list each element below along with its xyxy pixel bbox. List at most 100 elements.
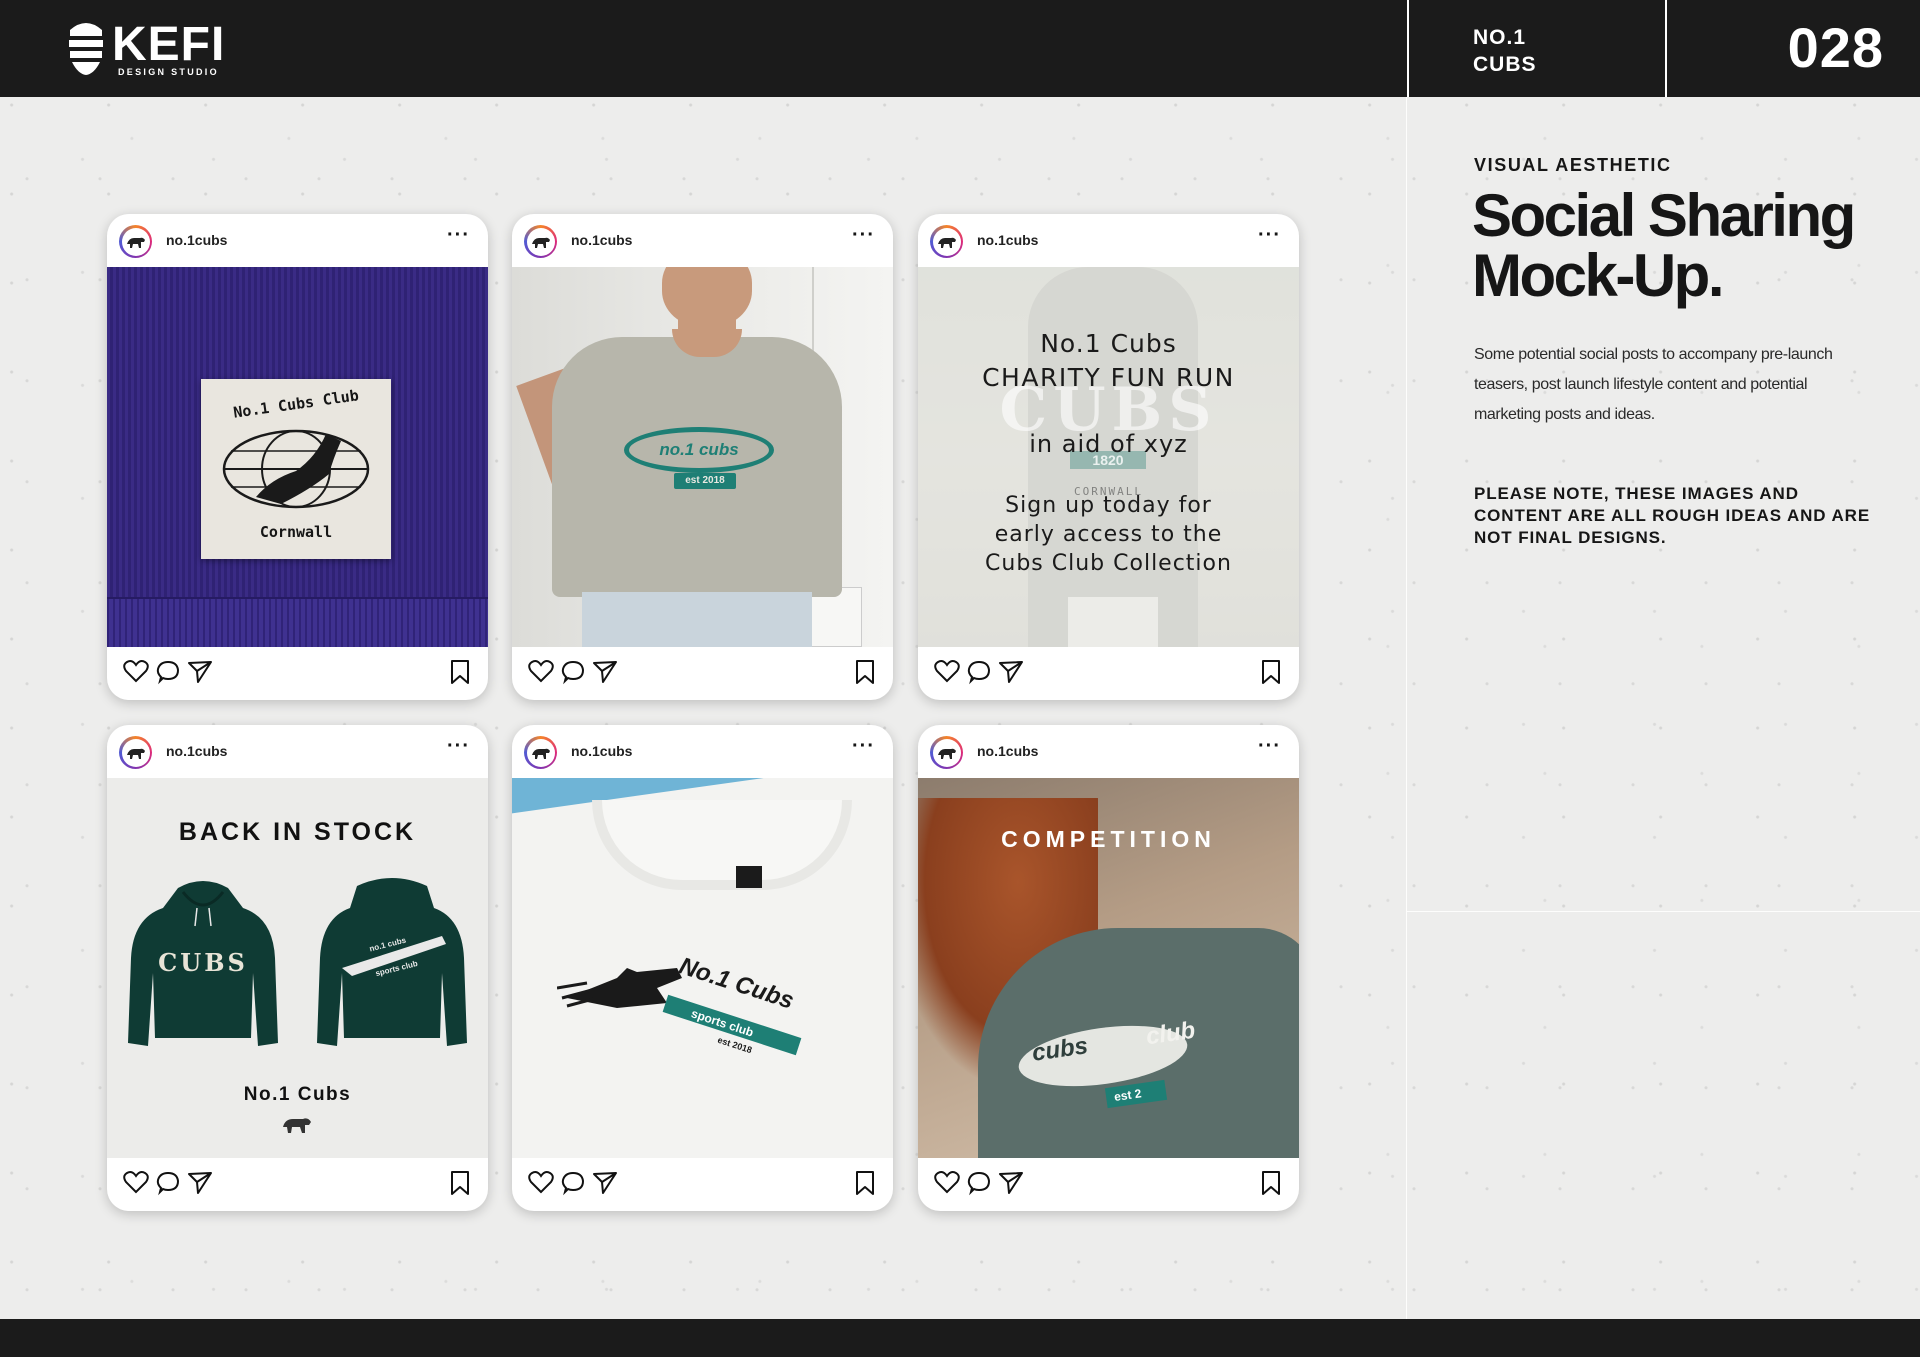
bear-icon <box>937 237 956 248</box>
heart-icon[interactable] <box>123 659 149 683</box>
avatar[interactable] <box>930 736 963 769</box>
post-actions <box>512 647 893 700</box>
avatar[interactable] <box>119 736 152 769</box>
heart-icon[interactable] <box>528 659 554 683</box>
more-icon[interactable]: ··· <box>447 735 470 758</box>
post-actions <box>918 647 1299 700</box>
social-post-2[interactable]: no.1cubs ··· no.1 cubs est 2018 <box>512 214 893 700</box>
heart-icon[interactable] <box>123 1170 149 1194</box>
avatar[interactable] <box>930 225 963 258</box>
comment-icon[interactable] <box>560 1170 586 1196</box>
bookmark-icon[interactable] <box>449 1170 471 1196</box>
social-post-6[interactable]: no.1cubs ··· cubs club est 2 COMPETITION <box>918 725 1299 1211</box>
post-header: no.1cubs ··· <box>512 214 893 267</box>
hoodie-front-print: CUBS <box>158 948 248 977</box>
section-eyebrow: VISUAL AESTHETIC <box>1474 155 1672 175</box>
social-post-3[interactable]: no.1cubs ··· CUBS 1820 CORNWALL No.1 Cub… <box>918 214 1299 700</box>
post-actions <box>918 1158 1299 1211</box>
bear-icon <box>126 237 145 248</box>
more-icon[interactable]: ··· <box>852 735 875 758</box>
bear-icon <box>126 748 145 759</box>
brand-subtitle: DESIGN STUDIO <box>118 67 219 77</box>
fun-run-line-5: early access to the <box>994 522 1223 547</box>
label-bottom-text: Cornwall <box>259 523 333 541</box>
social-post-5[interactable]: no.1cubs ··· No.1 Cubs sports club est 2… <box>512 725 893 1211</box>
page-number: 028 <box>1787 16 1884 79</box>
share-icon[interactable] <box>187 659 213 685</box>
post-image: No.1 Cubs Club Cornwall <box>107 267 488 647</box>
footer-bar <box>0 1319 1920 1357</box>
bookmark-icon[interactable] <box>854 659 876 685</box>
tee-logo-text: no.1 cubs <box>659 440 739 459</box>
username[interactable]: no.1cubs <box>977 743 1038 759</box>
comment-icon[interactable] <box>155 1170 181 1196</box>
header-bar: KEFI DESIGN STUDIO NO.1 CUBS 028 <box>0 0 1920 97</box>
username[interactable]: no.1cubs <box>571 743 632 759</box>
post-image: cubs club est 2 COMPETITION <box>918 778 1299 1158</box>
bear-icon <box>531 748 550 759</box>
social-post-1[interactable]: no.1cubs ··· No.1 Cubs Club Cornwall <box>107 214 488 700</box>
username[interactable]: no.1cubs <box>571 232 632 248</box>
share-icon[interactable] <box>998 1170 1024 1196</box>
bookmark-icon[interactable] <box>854 1170 876 1196</box>
brand-name: KEFI <box>112 18 226 71</box>
avatar[interactable] <box>119 225 152 258</box>
project-name: NO.1 CUBS <box>1407 0 1665 97</box>
post-image: no.1 cubs est 2018 <box>512 267 893 647</box>
more-icon[interactable]: ··· <box>447 224 470 247</box>
title-line-1: Social Sharing <box>1472 182 1856 249</box>
username[interactable]: no.1cubs <box>977 232 1038 248</box>
share-icon[interactable] <box>998 659 1024 685</box>
fun-run-line-1: No.1 Cubs <box>1040 329 1177 358</box>
post-image: No.1 Cubs sports club est 2018 <box>512 778 893 1158</box>
panel-divider <box>1406 97 1407 1319</box>
share-icon[interactable] <box>592 659 618 685</box>
page-number-cell: 028 <box>1665 0 1920 97</box>
heart-icon[interactable] <box>934 1170 960 1194</box>
fun-run-line-4: Sign up today for <box>1005 493 1212 518</box>
post-actions <box>512 1158 893 1211</box>
tee-est-badge: est 2018 <box>674 473 736 489</box>
comment-icon[interactable] <box>966 1170 992 1196</box>
disclaimer-note: PLEASE NOTE, THESE IMAGES AND CONTENT AR… <box>1474 484 1871 547</box>
more-icon[interactable]: ··· <box>1258 224 1281 247</box>
fun-run-line-6: Cubs Club Collection <box>985 551 1232 576</box>
post-actions <box>107 1158 488 1211</box>
social-post-4[interactable]: no.1cubs ··· BACK IN STOCK CUBS no.1 cub… <box>107 725 488 1211</box>
woven-label: No.1 Cubs Club Cornwall <box>201 379 391 559</box>
project-line-2: CUBS <box>1473 53 1537 76</box>
post-image: BACK IN STOCK CUBS no.1 cubs sports club… <box>107 778 488 1158</box>
post4-footer-text: No.1 Cubs <box>243 1084 352 1105</box>
heart-icon[interactable] <box>934 659 960 683</box>
post-header: no.1cubs ··· <box>512 725 893 778</box>
title-line-2: Mock-Up. <box>1472 242 1725 309</box>
competition-headline: COMPETITION <box>1001 826 1216 852</box>
comment-icon[interactable] <box>155 659 181 685</box>
share-icon[interactable] <box>187 1170 213 1196</box>
bookmark-icon[interactable] <box>1260 1170 1282 1196</box>
heart-icon[interactable] <box>528 1170 554 1194</box>
post-actions <box>107 647 488 700</box>
post-header: no.1cubs ··· <box>107 214 488 267</box>
fun-run-line-3: in aid of xyz <box>1029 430 1188 458</box>
comment-icon[interactable] <box>560 659 586 685</box>
post-header: no.1cubs ··· <box>918 725 1299 778</box>
avatar[interactable] <box>524 225 557 258</box>
fun-run-line-2: CHARITY FUN RUN <box>982 363 1235 392</box>
project-line-1: NO.1 <box>1473 26 1527 49</box>
username[interactable]: no.1cubs <box>166 743 227 759</box>
back-in-stock-headline: BACK IN STOCK <box>178 818 417 846</box>
share-icon[interactable] <box>592 1170 618 1196</box>
username[interactable]: no.1cubs <box>166 232 227 248</box>
comment-icon[interactable] <box>966 659 992 685</box>
post-header: no.1cubs ··· <box>918 214 1299 267</box>
bear-icon <box>283 1118 311 1133</box>
kefi-logo: KEFI DESIGN STUDIO <box>68 20 225 80</box>
bear-icon <box>531 237 550 248</box>
bear-icon <box>937 748 956 759</box>
bookmark-icon[interactable] <box>1260 659 1282 685</box>
more-icon[interactable]: ··· <box>852 224 875 247</box>
bookmark-icon[interactable] <box>449 659 471 685</box>
avatar[interactable] <box>524 736 557 769</box>
more-icon[interactable]: ··· <box>1258 735 1281 758</box>
